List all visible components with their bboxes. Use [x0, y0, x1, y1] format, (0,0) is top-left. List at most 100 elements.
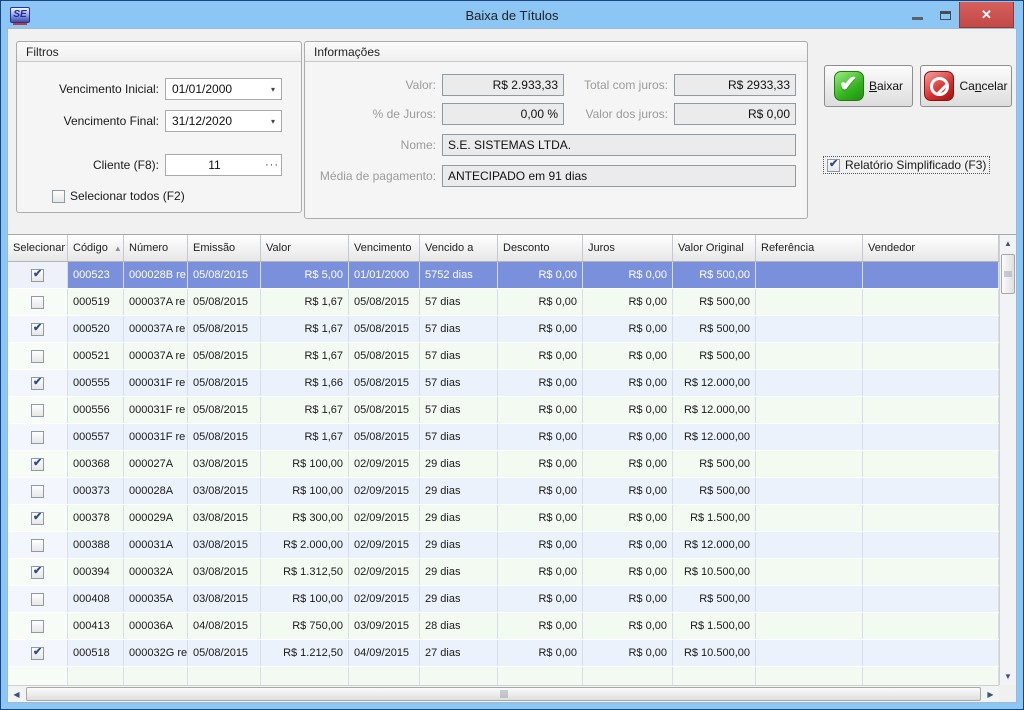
row-checkbox[interactable]	[31, 593, 44, 606]
column-header-desconto[interactable]: Desconto	[498, 235, 583, 261]
table-row[interactable]: 000413000036A04/08/2015R$ 750,0003/09/20…	[8, 613, 999, 640]
cell-referencia	[756, 397, 863, 423]
vertical-scrollbar[interactable]: ▲ ▼	[999, 235, 1016, 685]
column-header-valor[interactable]: Valor	[261, 235, 349, 261]
cell-juros: R$ 0,00	[583, 586, 673, 612]
table-row[interactable]: 000394000032A03/08/2015R$ 1.312,5002/09/…	[8, 559, 999, 586]
selecionar-todos-checkbox[interactable]: Selecionar todos (F2)	[52, 189, 185, 203]
horizontal-scroll-thumb[interactable]	[26, 687, 981, 701]
horizontal-scrollbar[interactable]: ◀ ▶	[8, 685, 999, 702]
cell-juros: R$ 0,00	[583, 532, 673, 558]
cell-vencimento: 05/08/2015	[349, 289, 420, 315]
column-header-vendedor[interactable]: Vendedor	[863, 235, 999, 261]
table-row[interactable]: 000519000037A re05/08/2015R$ 1,6705/08/2…	[8, 289, 999, 316]
row-checkbox[interactable]	[31, 296, 44, 309]
row-checkbox[interactable]	[31, 485, 44, 498]
cliente-field[interactable]: 11 ···	[165, 154, 282, 176]
vertical-scroll-thumb[interactable]	[1001, 254, 1015, 294]
column-header-numero[interactable]: Número	[124, 235, 188, 261]
empty-cell	[420, 667, 498, 685]
column-header-vencido[interactable]: Vencido a	[420, 235, 498, 261]
scroll-right-icon[interactable]: ▶	[982, 686, 999, 703]
cell-valor_original: R$ 500,00	[673, 451, 756, 477]
maximize-button[interactable]	[931, 2, 959, 28]
table-row[interactable]: 000556000031F re05/08/2015R$ 1,6705/08/2…	[8, 397, 999, 424]
table-row[interactable]: 000408000035A03/08/2015R$ 100,0002/09/20…	[8, 586, 999, 613]
row-checkbox[interactable]	[31, 647, 44, 660]
row-checkbox[interactable]	[31, 350, 44, 363]
table-row[interactable]: 000368000027A03/08/2015R$ 100,0002/09/20…	[8, 451, 999, 478]
table-row[interactable]: 000521000037A re05/08/2015R$ 1,6705/08/2…	[8, 343, 999, 370]
table-row[interactable]: 000557000031F re05/08/2015R$ 1,6705/08/2…	[8, 424, 999, 451]
cell-valor_original: R$ 500,00	[673, 262, 756, 288]
cell-vendedor	[863, 532, 999, 558]
scroll-up-icon[interactable]: ▲	[1000, 235, 1016, 252]
row-checkbox[interactable]	[31, 512, 44, 525]
cell-desconto: R$ 0,00	[498, 424, 583, 450]
cell-vencimento: 02/09/2015	[349, 586, 420, 612]
cell-numero: 000036A	[124, 613, 188, 639]
cell-vendedor	[863, 505, 999, 531]
column-header-codigo[interactable]: Código▲	[68, 235, 124, 261]
table-row[interactable]: 000555000031F re05/08/2015R$ 1,6605/08/2…	[8, 370, 999, 397]
cancelar-button-label: Cancelar	[959, 79, 1007, 93]
scroll-down-icon[interactable]: ▼	[1000, 668, 1016, 685]
vencimento-inicial-combo[interactable]: 01/01/2000 ▾	[165, 78, 282, 100]
column-header-vencimento[interactable]: Vencimento	[349, 235, 420, 261]
column-header-referencia[interactable]: Referência	[756, 235, 863, 261]
cell-vendedor	[863, 370, 999, 396]
cell-emissao: 03/08/2015	[188, 478, 261, 504]
cell-valor: R$ 100,00	[261, 451, 349, 477]
table-row[interactable]: 000373000028A03/08/2015R$ 100,0002/09/20…	[8, 478, 999, 505]
table-row[interactable]: 000520000037A re05/08/2015R$ 1,6705/08/2…	[8, 316, 999, 343]
table-row[interactable]: 000518000032G re05/08/2015R$ 1.212,5004/…	[8, 640, 999, 667]
cell-desconto: R$ 0,00	[498, 505, 583, 531]
row-checkbox[interactable]	[31, 404, 44, 417]
baixar-button[interactable]: Baixar	[824, 65, 913, 107]
cell-checked	[8, 451, 68, 477]
cell-vendedor	[863, 640, 999, 666]
row-checkbox[interactable]	[31, 566, 44, 579]
column-header-emissao[interactable]: Emissão	[188, 235, 261, 261]
cell-codigo: 000520	[68, 316, 124, 342]
checkbox-unchecked-icon[interactable]	[52, 190, 65, 203]
row-checkbox[interactable]	[31, 323, 44, 336]
table-row[interactable]: 000388000031A03/08/2015R$ 2.000,0002/09/…	[8, 532, 999, 559]
cell-desconto: R$ 0,00	[498, 532, 583, 558]
row-checkbox[interactable]	[31, 377, 44, 390]
cell-referencia	[756, 640, 863, 666]
column-header-juros[interactable]: Juros	[583, 235, 673, 261]
cell-valor: R$ 1,67	[261, 316, 349, 342]
row-checkbox[interactable]	[31, 458, 44, 471]
cancelar-button[interactable]: Cancelar	[920, 65, 1012, 107]
column-header-checked[interactable]: Selecionar	[8, 235, 68, 261]
row-checkbox[interactable]	[31, 269, 44, 282]
cell-emissao: 05/08/2015	[188, 343, 261, 369]
vencimento-final-combo[interactable]: 31/12/2020 ▾	[165, 110, 282, 132]
scroll-left-icon[interactable]: ◀	[8, 686, 25, 703]
cell-emissao: 03/08/2015	[188, 559, 261, 585]
close-button[interactable]: ✕	[959, 2, 1014, 28]
row-checkbox[interactable]	[31, 431, 44, 444]
cell-vencimento: 05/08/2015	[349, 424, 420, 450]
table-row[interactable]: 000523000028B re05/08/2015R$ 5,0001/01/2…	[8, 262, 999, 289]
titlebar[interactable]: SE Baixa de Títulos ✕	[2, 2, 1022, 28]
row-checkbox[interactable]	[31, 620, 44, 633]
cell-juros: R$ 0,00	[583, 397, 673, 423]
relatorio-simplificado-checkbox[interactable]: Relatório Simplificado (F3)	[824, 157, 989, 173]
cell-emissao: 05/08/2015	[188, 316, 261, 342]
column-header-valor_original[interactable]: Valor Original	[673, 235, 756, 261]
informacoes-group-title: Informações	[305, 42, 807, 62]
cell-valor_original: R$ 500,00	[673, 289, 756, 315]
checkbox-checked-icon[interactable]	[827, 159, 840, 172]
cell-valor_original: R$ 1.500,00	[673, 613, 756, 639]
row-checkbox[interactable]	[31, 539, 44, 552]
cell-vencido: 57 dias	[420, 424, 498, 450]
chevron-down-icon[interactable]: ▾	[265, 85, 281, 94]
table-row[interactable]: 000378000029A03/08/2015R$ 300,0002/09/20…	[8, 505, 999, 532]
cell-desconto: R$ 0,00	[498, 559, 583, 585]
chevron-down-icon[interactable]: ▾	[265, 117, 281, 126]
lookup-ellipsis-button[interactable]: ···	[263, 159, 281, 171]
minimize-button[interactable]	[903, 2, 931, 28]
baixa-de-titulos-window: SE Baixa de Títulos ✕ Filtros Vencimento…	[0, 0, 1024, 710]
